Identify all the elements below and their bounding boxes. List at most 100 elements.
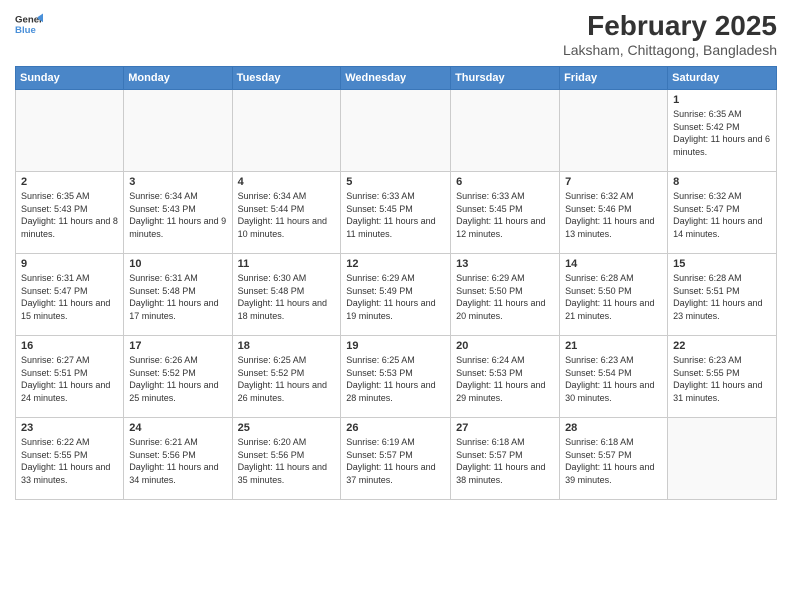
col-monday: Monday (124, 67, 232, 90)
header-row: Sunday Monday Tuesday Wednesday Thursday… (16, 67, 777, 90)
cell-w4-d5: 28Sunrise: 6:18 AM Sunset: 5:57 PM Dayli… (560, 418, 668, 500)
logo: General Blue (15, 10, 43, 38)
col-saturday: Saturday (668, 67, 777, 90)
cell-w2-d1: 10 Sunrise: 6:31 AM Sunset: 5:48 PM Dayli… (124, 254, 232, 336)
day-number: 22 (673, 340, 771, 352)
day-number: 21 (565, 340, 662, 352)
day-number: 24 (129, 422, 226, 434)
cell-w3-d3: 19 Sunrise: 6:25 AM Sunset: 5:53 PM Dayli… (341, 336, 451, 418)
week-row-3: 16Sunrise: 6:27 AM Sunset: 5:51 PM Dayli… (16, 336, 777, 418)
col-tuesday: Tuesday (232, 67, 341, 90)
day-info: Sunrise: 6:31 AM Sunset: 5:47 PM Dayligh… (21, 272, 118, 322)
day-number: 15 (673, 258, 771, 270)
svg-text:General: General (15, 14, 43, 25)
day-info: Sunrise: 6:26 AM Sunset: 5:52 PM Dayligh… (129, 354, 226, 404)
cell-w2-d4: 13Sunrise: 6:29 AM Sunset: 5:50 PM Dayli… (451, 254, 560, 336)
calendar-table: Sunday Monday Tuesday Wednesday Thursday… (15, 66, 777, 500)
day-number: 27 (456, 422, 554, 434)
day-info: Sunrise: 6:32 AM Sunset: 5:46 PM Dayligh… (565, 190, 662, 240)
cell-w3-d0: 16Sunrise: 6:27 AM Sunset: 5:51 PM Dayli… (16, 336, 124, 418)
cell-w4-d1: 24 Sunrise: 6:21 AM Sunset: 5:56 PM Dayli… (124, 418, 232, 500)
day-info: Sunrise: 6:35 AM Sunset: 5:42 PM Dayligh… (673, 108, 771, 158)
cell-w0-d4 (451, 90, 560, 172)
cell-w2-d5: 14Sunrise: 6:28 AM Sunset: 5:50 PM Dayli… (560, 254, 668, 336)
day-info: Sunrise: 6:34 AM Sunset: 5:44 PM Dayligh… (238, 190, 336, 240)
day-info: Sunrise: 6:18 AM Sunset: 5:57 PM Dayligh… (565, 436, 662, 486)
cell-w4-d0: 23 Sunrise: 6:22 AM Sunset: 5:55 PM Dayli… (16, 418, 124, 500)
cell-w0-d3 (341, 90, 451, 172)
cell-w4-d6 (668, 418, 777, 500)
day-number: 6 (456, 176, 554, 188)
day-info: Sunrise: 6:29 AM Sunset: 5:49 PM Dayligh… (346, 272, 445, 322)
day-number: 1 (673, 94, 771, 106)
cell-w1-d6: 8 Sunrise: 6:32 AM Sunset: 5:47 PM Daylig… (668, 172, 777, 254)
week-row-1: 2 Sunrise: 6:35 AM Sunset: 5:43 PM Daylig… (16, 172, 777, 254)
day-number: 26 (346, 422, 445, 434)
day-number: 12 (346, 258, 445, 270)
cell-w0-d5 (560, 90, 668, 172)
day-number: 23 (21, 422, 118, 434)
title-block: February 2025 Laksham, Chittagong, Bangl… (563, 10, 777, 58)
day-info: Sunrise: 6:22 AM Sunset: 5:55 PM Dayligh… (21, 436, 118, 486)
week-row-2: 9 Sunrise: 6:31 AM Sunset: 5:47 PM Daylig… (16, 254, 777, 336)
day-info: Sunrise: 6:23 AM Sunset: 5:54 PM Dayligh… (565, 354, 662, 404)
day-info: Sunrise: 6:29 AM Sunset: 5:50 PM Dayligh… (456, 272, 554, 322)
cell-w0-d2 (232, 90, 341, 172)
week-row-0: 1 Sunrise: 6:35 AM Sunset: 5:42 PM Daylig… (16, 90, 777, 172)
day-number: 9 (21, 258, 118, 270)
day-number: 11 (238, 258, 336, 270)
day-info: Sunrise: 6:23 AM Sunset: 5:55 PM Dayligh… (673, 354, 771, 404)
day-info: Sunrise: 6:24 AM Sunset: 5:53 PM Dayligh… (456, 354, 554, 404)
cell-w1-d4: 6 Sunrise: 6:33 AM Sunset: 5:45 PM Daylig… (451, 172, 560, 254)
day-number: 5 (346, 176, 445, 188)
cell-w1-d3: 5 Sunrise: 6:33 AM Sunset: 5:45 PM Daylig… (341, 172, 451, 254)
cell-w4-d2: 25Sunrise: 6:20 AM Sunset: 5:56 PM Dayli… (232, 418, 341, 500)
cell-w3-d2: 18Sunrise: 6:25 AM Sunset: 5:52 PM Dayli… (232, 336, 341, 418)
col-wednesday: Wednesday (341, 67, 451, 90)
day-info: Sunrise: 6:21 AM Sunset: 5:56 PM Dayligh… (129, 436, 226, 486)
svg-text:Blue: Blue (15, 25, 36, 36)
col-sunday: Sunday (16, 67, 124, 90)
day-info: Sunrise: 6:31 AM Sunset: 5:48 PM Dayligh… (129, 272, 226, 322)
day-number: 18 (238, 340, 336, 352)
day-info: Sunrise: 6:33 AM Sunset: 5:45 PM Dayligh… (456, 190, 554, 240)
day-info: Sunrise: 6:32 AM Sunset: 5:47 PM Dayligh… (673, 190, 771, 240)
day-info: Sunrise: 6:35 AM Sunset: 5:43 PM Dayligh… (21, 190, 118, 240)
day-number: 3 (129, 176, 226, 188)
cell-w0-d6: 1 Sunrise: 6:35 AM Sunset: 5:42 PM Daylig… (668, 90, 777, 172)
day-info: Sunrise: 6:28 AM Sunset: 5:50 PM Dayligh… (565, 272, 662, 322)
cell-w0-d1 (124, 90, 232, 172)
day-info: Sunrise: 6:33 AM Sunset: 5:45 PM Dayligh… (346, 190, 445, 240)
day-number: 10 (129, 258, 226, 270)
day-number: 8 (673, 176, 771, 188)
day-number: 19 (346, 340, 445, 352)
calendar-title: February 2025 (563, 10, 777, 42)
day-number: 2 (21, 176, 118, 188)
day-info: Sunrise: 6:34 AM Sunset: 5:43 PM Dayligh… (129, 190, 226, 240)
day-info: Sunrise: 6:28 AM Sunset: 5:51 PM Dayligh… (673, 272, 771, 322)
day-number: 20 (456, 340, 554, 352)
day-info: Sunrise: 6:25 AM Sunset: 5:53 PM Dayligh… (346, 354, 445, 404)
day-info: Sunrise: 6:19 AM Sunset: 5:57 PM Dayligh… (346, 436, 445, 486)
day-number: 17 (129, 340, 226, 352)
cell-w0-d0 (16, 90, 124, 172)
day-info: Sunrise: 6:20 AM Sunset: 5:56 PM Dayligh… (238, 436, 336, 486)
day-number: 7 (565, 176, 662, 188)
col-friday: Friday (560, 67, 668, 90)
col-thursday: Thursday (451, 67, 560, 90)
cell-w2-d6: 15 Sunrise: 6:28 AM Sunset: 5:51 PM Dayli… (668, 254, 777, 336)
cell-w1-d0: 2 Sunrise: 6:35 AM Sunset: 5:43 PM Daylig… (16, 172, 124, 254)
day-info: Sunrise: 6:18 AM Sunset: 5:57 PM Dayligh… (456, 436, 554, 486)
cell-w1-d1: 3 Sunrise: 6:34 AM Sunset: 5:43 PM Daylig… (124, 172, 232, 254)
cell-w2-d0: 9 Sunrise: 6:31 AM Sunset: 5:47 PM Daylig… (16, 254, 124, 336)
page: General Blue February 2025 Laksham, Chit… (0, 0, 792, 612)
logo-icon: General Blue (15, 10, 43, 38)
cell-w1-d2: 4Sunrise: 6:34 AM Sunset: 5:44 PM Daylig… (232, 172, 341, 254)
cell-w1-d5: 7 Sunrise: 6:32 AM Sunset: 5:46 PM Daylig… (560, 172, 668, 254)
cell-w2-d2: 11Sunrise: 6:30 AM Sunset: 5:48 PM Dayli… (232, 254, 341, 336)
calendar-subtitle: Laksham, Chittagong, Bangladesh (563, 42, 777, 58)
cell-w4-d3: 26 Sunrise: 6:19 AM Sunset: 5:57 PM Dayli… (341, 418, 451, 500)
cell-w3-d6: 22 Sunrise: 6:23 AM Sunset: 5:55 PM Dayli… (668, 336, 777, 418)
cell-w2-d3: 12 Sunrise: 6:29 AM Sunset: 5:49 PM Dayli… (341, 254, 451, 336)
day-info: Sunrise: 6:27 AM Sunset: 5:51 PM Dayligh… (21, 354, 118, 404)
